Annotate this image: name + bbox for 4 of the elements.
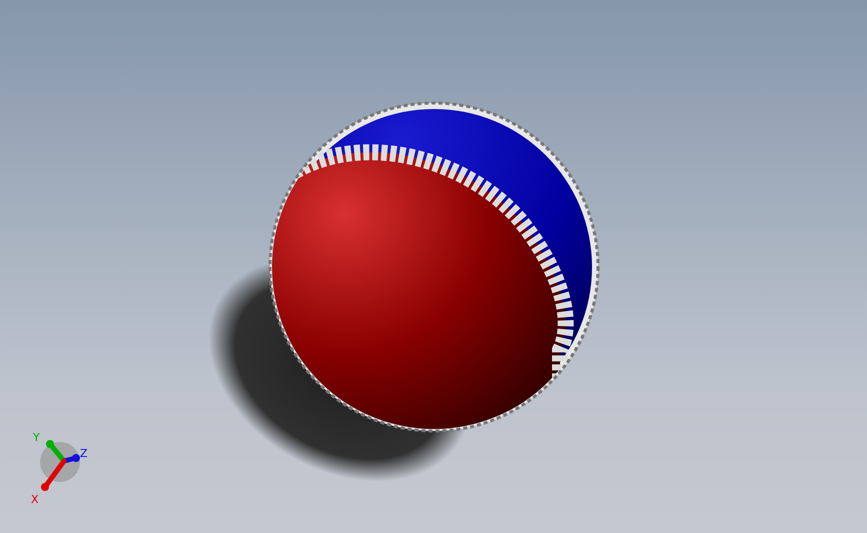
- axis-label: Y: [33, 431, 40, 444]
- triad-sphere-icon: [40, 442, 80, 482]
- axis-label: Z: [80, 447, 88, 460]
- axis-label: X: [31, 493, 39, 506]
